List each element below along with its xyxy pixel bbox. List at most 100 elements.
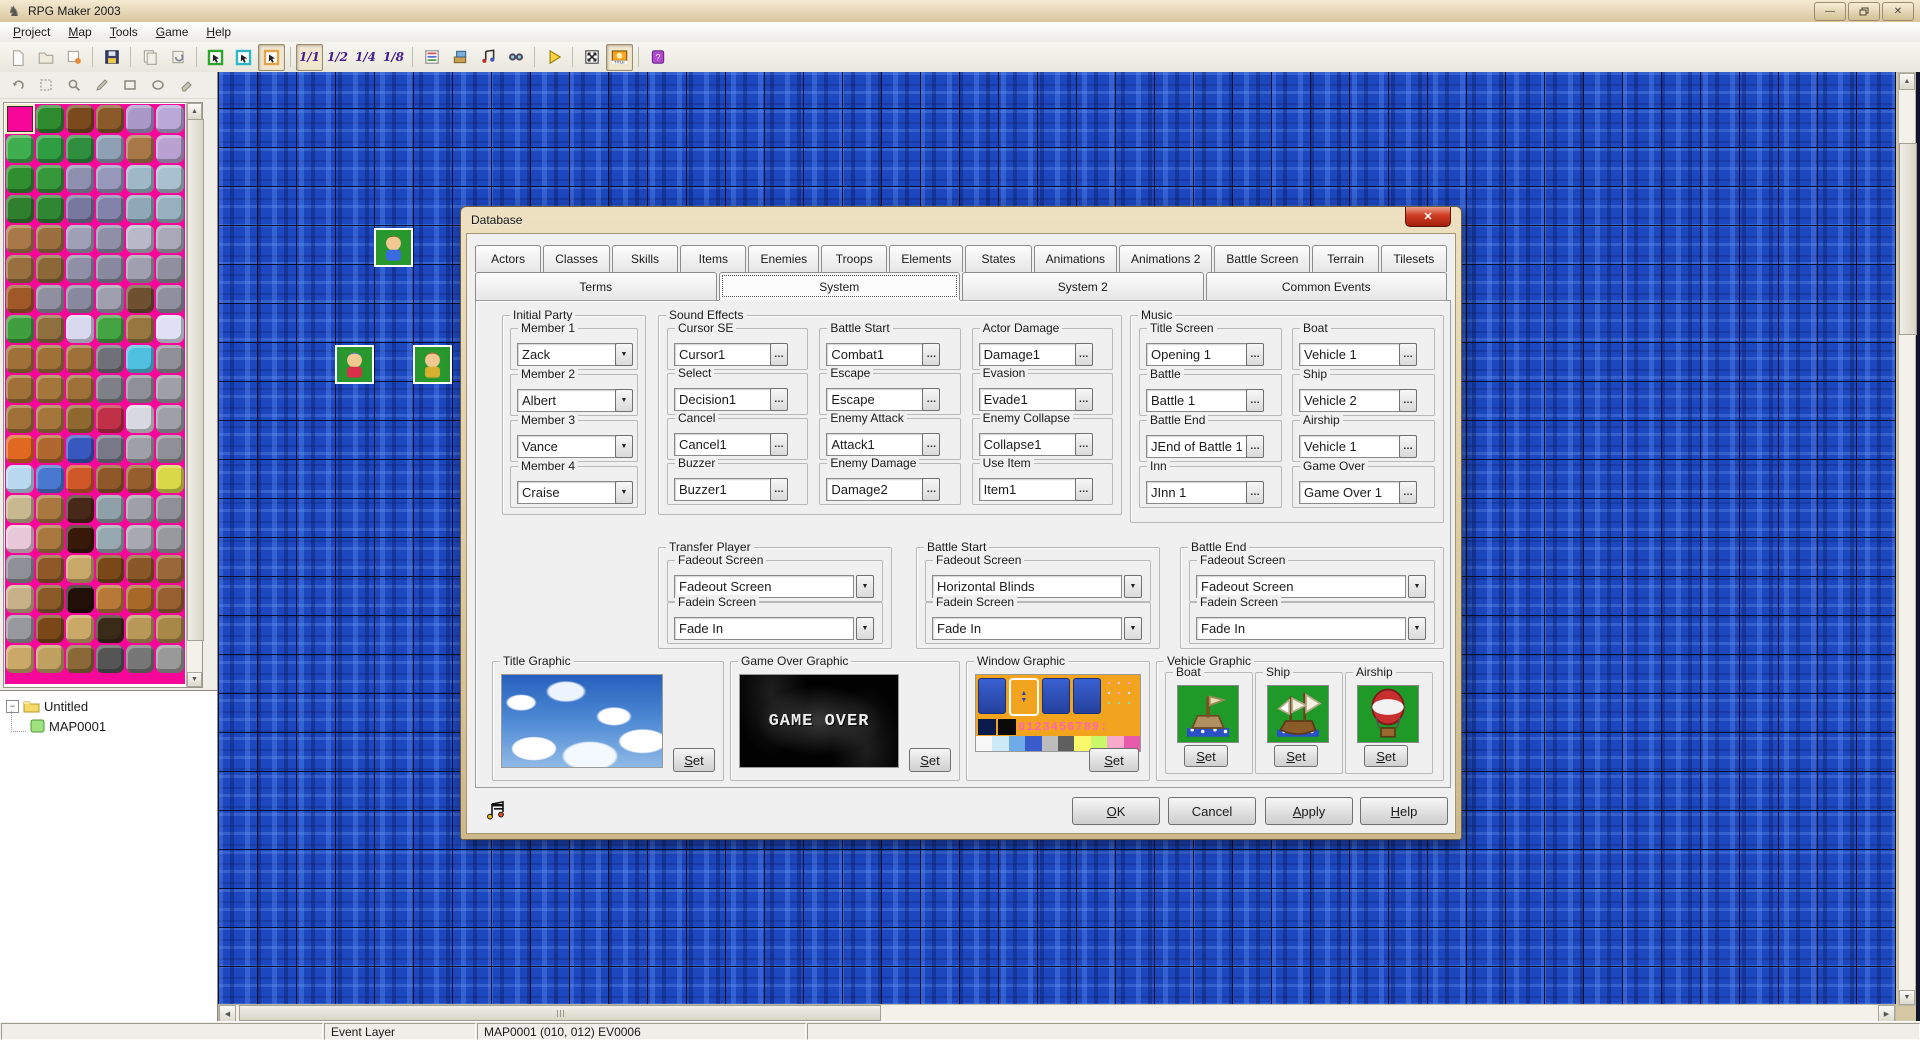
palette-tile[interactable]: [5, 494, 35, 524]
sound-effect-value[interactable]: Escape: [826, 388, 924, 411]
browse-ellipsis-button[interactable]: …: [770, 478, 788, 501]
apply-button[interactable]: Apply: [1265, 797, 1353, 825]
palette-tile[interactable]: [155, 314, 185, 344]
cancel-button[interactable]: Cancel: [1168, 797, 1256, 825]
help-dialog-button[interactable]: Help: [1360, 797, 1448, 825]
dropdown-arrow-icon[interactable]: ▼: [856, 617, 874, 640]
fadein-dropdown[interactable]: Fade In: [1196, 617, 1406, 640]
lower-layer-button[interactable]: [202, 44, 229, 71]
palette-tile[interactable]: [125, 224, 155, 254]
sound-effect-value[interactable]: Attack1: [826, 433, 924, 456]
palette-tile[interactable]: [95, 494, 125, 524]
sound-effect-value[interactable]: Combat1: [826, 343, 924, 366]
member-dropdown[interactable]: Albert: [517, 389, 619, 412]
music-value[interactable]: Vehicle 2: [1299, 389, 1401, 412]
db-tab[interactable]: Enemies: [748, 245, 819, 272]
database-button[interactable]: [418, 44, 445, 71]
palette-tile[interactable]: [5, 164, 35, 194]
music-value[interactable]: JInn 1: [1146, 481, 1248, 504]
dropdown-arrow-icon[interactable]: ▼: [615, 481, 633, 504]
menu-game[interactable]: Game: [147, 23, 198, 41]
palette-tile[interactable]: [95, 254, 125, 284]
palette-tile[interactable]: [155, 464, 185, 494]
palette-tile[interactable]: [65, 434, 95, 464]
palette-tile[interactable]: [5, 404, 35, 434]
db-tab[interactable]: Elements: [889, 245, 963, 272]
palette-tile[interactable]: [125, 464, 155, 494]
palette-tile[interactable]: [155, 134, 185, 164]
dropdown-arrow-icon[interactable]: ▼: [1124, 575, 1142, 598]
sound-effect-value[interactable]: Decision1: [674, 388, 772, 411]
palette-scrollbar[interactable]: ▲ ▼: [186, 103, 202, 687]
event-layer-button[interactable]: [258, 44, 285, 71]
playtest-button[interactable]: [540, 44, 567, 71]
palette-tile[interactable]: [65, 494, 95, 524]
palette-tile[interactable]: [35, 434, 65, 464]
menu-project[interactable]: Project: [4, 23, 59, 41]
zoom-1-1-button[interactable]: 1/1: [296, 44, 323, 71]
palette-tile[interactable]: [35, 614, 65, 644]
member-dropdown[interactable]: Craise: [517, 481, 619, 504]
palette-tile[interactable]: [65, 614, 95, 644]
palette-tile[interactable]: [35, 494, 65, 524]
airship-set-button[interactable]: Set: [1364, 745, 1408, 767]
palette-tile[interactable]: [95, 134, 125, 164]
palette-tile[interactable]: [35, 134, 65, 164]
palette-tile[interactable]: [65, 404, 95, 434]
palette-tile[interactable]: [125, 524, 155, 554]
palette-tile[interactable]: [125, 254, 155, 284]
db-tab[interactable]: Battle Screen: [1214, 245, 1310, 272]
palette-tile[interactable]: [155, 164, 185, 194]
browse-ellipsis-button[interactable]: …: [1075, 433, 1093, 456]
palette-tile[interactable]: [35, 164, 65, 194]
browse-ellipsis-button[interactable]: …: [770, 343, 788, 366]
browse-ellipsis-button[interactable]: …: [1246, 343, 1264, 366]
palette-tile[interactable]: [65, 254, 95, 284]
palette-tile[interactable]: [95, 224, 125, 254]
dialog-close-button[interactable]: ✕: [1405, 207, 1451, 227]
ship-set-button[interactable]: Set: [1274, 745, 1318, 767]
palette-tile[interactable]: [35, 554, 65, 584]
music-button[interactable]: [474, 44, 501, 71]
palette-tile[interactable]: [35, 284, 65, 314]
browse-ellipsis-button[interactable]: …: [922, 388, 940, 411]
palette-tile[interactable]: [125, 404, 155, 434]
palette-tile[interactable]: [65, 104, 95, 134]
palette-tile[interactable]: [65, 134, 95, 164]
undo-tool-button[interactable]: [6, 74, 30, 96]
palette-tile[interactable]: [155, 494, 185, 524]
palette-tile[interactable]: [5, 374, 35, 404]
palette-tile[interactable]: [95, 464, 125, 494]
palette-tile[interactable]: [5, 584, 35, 614]
sound-effect-value[interactable]: Damage2: [826, 478, 924, 501]
palette-tile[interactable]: [5, 104, 35, 134]
browse-ellipsis-button[interactable]: …: [1075, 343, 1093, 366]
palette-tile[interactable]: [5, 644, 35, 674]
zoom-tool-button[interactable]: [62, 74, 86, 96]
fill-tool-button[interactable]: [174, 74, 198, 96]
palette-tile[interactable]: [155, 434, 185, 464]
sound-effect-value[interactable]: Evade1: [979, 388, 1077, 411]
ok-button[interactable]: OK: [1072, 797, 1160, 825]
browse-ellipsis-button[interactable]: …: [1399, 343, 1417, 366]
map-horizontal-scrollbar[interactable]: ◀ ▶: [218, 1004, 1896, 1022]
palette-tile[interactable]: [125, 134, 155, 164]
palette-tile[interactable]: [35, 104, 65, 134]
db-tab[interactable]: Terrain: [1312, 245, 1378, 272]
palette-tile[interactable]: [5, 254, 35, 284]
zoom-1-4-button[interactable]: 1/4: [352, 44, 379, 71]
palette-tile[interactable]: [35, 374, 65, 404]
palette-tile[interactable]: [35, 464, 65, 494]
palette-tile[interactable]: [65, 344, 95, 374]
palette-tile[interactable]: [35, 254, 65, 284]
palette-tile[interactable]: [125, 584, 155, 614]
db-tab[interactable]: States: [965, 245, 1031, 272]
palette-tile[interactable]: [5, 194, 35, 224]
tab-common-events[interactable]: Common Events: [1206, 272, 1448, 300]
browse-ellipsis-button[interactable]: …: [1075, 478, 1093, 501]
palette-tile[interactable]: [65, 584, 95, 614]
browse-ellipsis-button[interactable]: …: [1399, 389, 1417, 412]
rectangle-tool-button[interactable]: [118, 74, 142, 96]
db-tab[interactable]: Animations 2: [1119, 245, 1212, 272]
palette-tile[interactable]: [95, 644, 125, 674]
